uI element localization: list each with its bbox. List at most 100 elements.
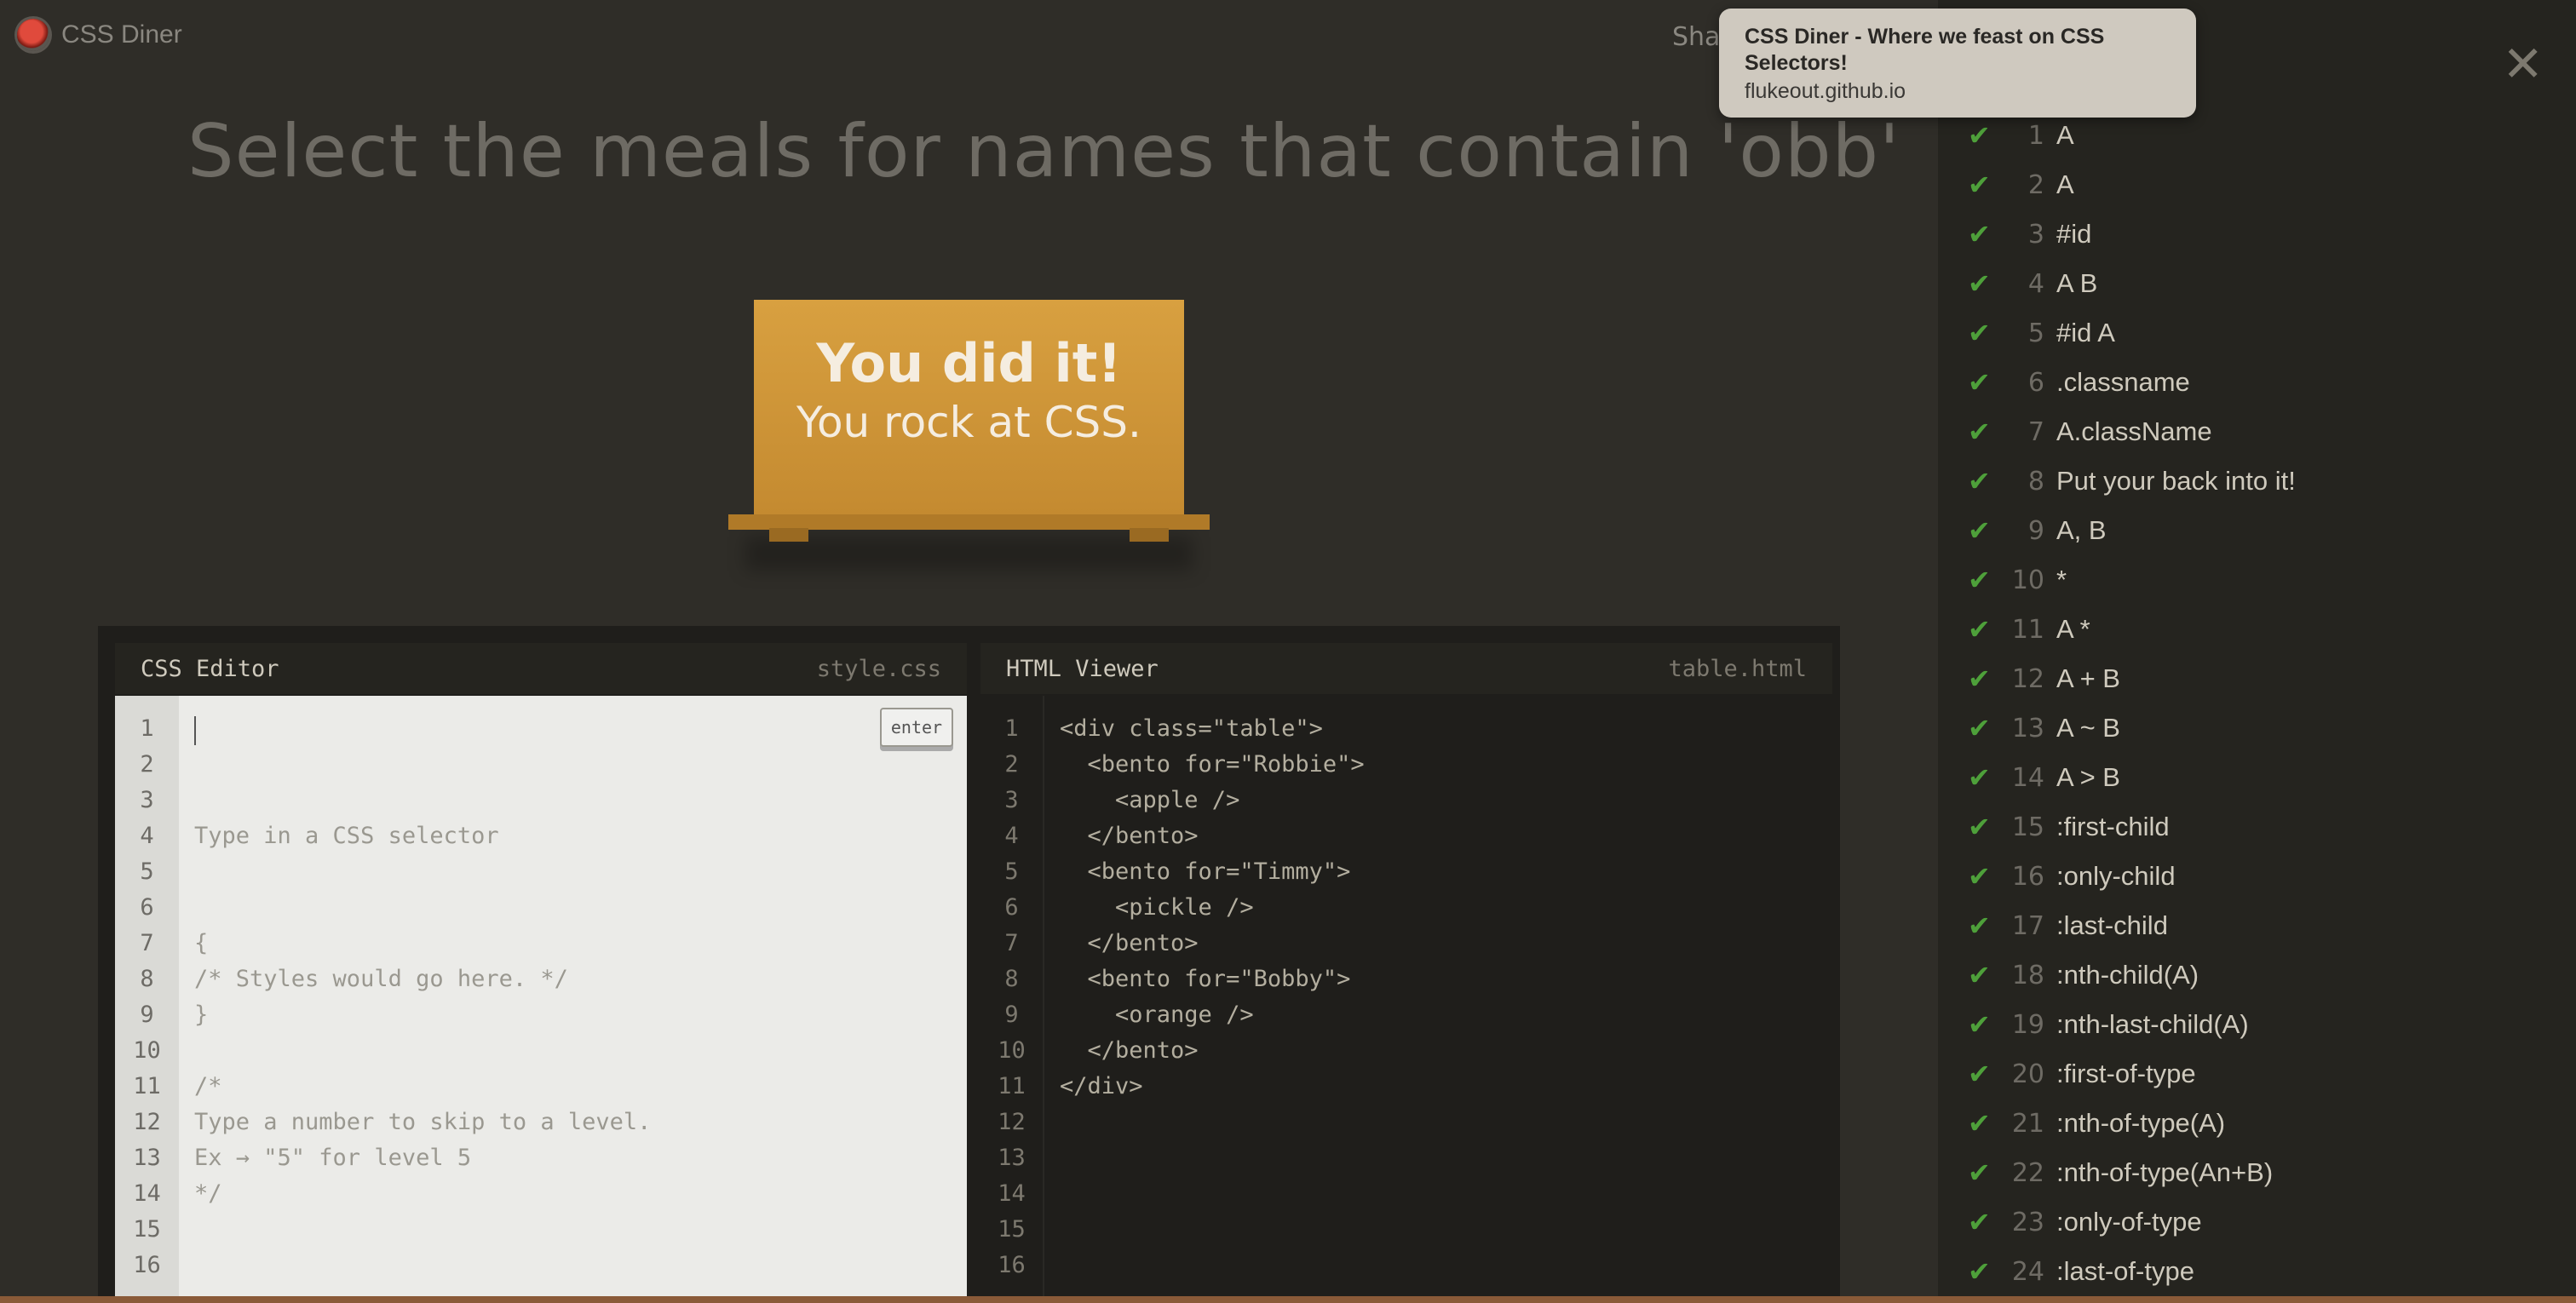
success-title: You did it! — [816, 332, 1122, 394]
enter-button[interactable]: enter — [880, 708, 953, 747]
line-number: 14 — [133, 1180, 161, 1207]
code-line[interactable]: <bento for="Timmy"> — [1060, 854, 1832, 890]
line-number: 3 — [1004, 787, 1019, 813]
level-item[interactable]: ✔ 12 A + B — [1968, 654, 2296, 703]
link-tooltip: CSS Diner - Where we feast on CSS Select… — [1719, 9, 2196, 118]
level-item[interactable]: ✔ 14 A > B — [1968, 753, 2296, 802]
level-name: A * — [2056, 614, 2090, 644]
app-title: CSS Diner — [61, 20, 182, 49]
line-number: 5 — [140, 858, 154, 885]
tooltip-url: flukeout.github.io — [1745, 79, 1906, 103]
line-number: 2 — [140, 751, 154, 778]
code-line[interactable]: </bento> — [1060, 818, 1832, 854]
tooltip-title: CSS Diner - Where we feast on CSS Select… — [1745, 25, 2105, 75]
level-name: * — [2056, 565, 2067, 594]
level-number: 17 — [2011, 910, 2044, 941]
level-name: A ~ B — [2056, 713, 2120, 743]
level-item[interactable]: ✔ 13 A ~ B — [1968, 703, 2296, 753]
level-item[interactable]: ✔ 23:only-of-type — [1968, 1197, 2296, 1247]
level-item[interactable]: ✔ 2 A — [1968, 160, 2296, 210]
level-number: 18 — [2011, 960, 2044, 990]
checkmark-icon: ✔ — [1968, 119, 1991, 152]
html-code-area[interactable]: <div class="table"> <bento for="Robbie">… — [1044, 696, 1832, 1303]
level-item[interactable]: ✔ 5 #id A — [1968, 308, 2296, 358]
code-line[interactable]: <orange /> — [1060, 997, 1832, 1033]
text-caret — [194, 716, 196, 745]
level-item[interactable]: ✔ 7 A.className — [1968, 407, 2296, 456]
level-item[interactable]: ✔ 24:last-of-type — [1968, 1247, 2296, 1296]
success-subtitle: You rock at CSS. — [796, 398, 1141, 447]
level-number: 11 — [2011, 614, 2044, 645]
code-line: */ — [194, 1180, 222, 1207]
level-name: A — [2056, 120, 2074, 150]
level-item[interactable]: ✔ 22:nth-of-type(An+B) — [1968, 1148, 2296, 1197]
level-item[interactable]: ✔ 21:nth-of-type(A) — [1968, 1099, 2296, 1148]
level-item[interactable]: ✔ 10 * — [1968, 555, 2296, 605]
checkmark-icon: ✔ — [1968, 514, 1991, 547]
level-name: A B — [2056, 268, 2098, 298]
level-item[interactable]: ✔ 4 A B — [1968, 259, 2296, 308]
level-item[interactable]: ✔ 19:nth-last-child(A) — [1968, 1000, 2296, 1049]
line-number: 2 — [1004, 751, 1019, 778]
level-name: #id A — [2056, 318, 2115, 347]
level-list: ✔ 1 A ✔ 2 A ✔ 3 #id ✔ 4 A B ✔ 5 #id A ✔ 6 .classname ✔ 7 A.c… — [1968, 111, 2296, 1296]
checkmark-icon: ✔ — [1968, 317, 1991, 349]
code-line[interactable]: <bento for="Bobby"> — [1060, 961, 1832, 997]
level-name: :nth-of-type(A) — [2056, 1108, 2226, 1138]
line-number: 6 — [140, 894, 154, 921]
code-line[interactable]: </bento> — [1060, 926, 1832, 961]
close-icon[interactable]: ✕ — [2502, 39, 2544, 89]
css-code-lines: {/* Styles would go here. */} /* Type a n… — [194, 926, 967, 1212]
code-line: { — [194, 930, 209, 956]
line-number: 3 — [140, 787, 154, 813]
checkmark-icon: ✔ — [1968, 663, 1991, 695]
level-number: 8 — [2027, 466, 2044, 497]
code-line: } — [194, 1002, 209, 1028]
level-item[interactable]: ✔ 11 A * — [1968, 605, 2296, 654]
level-item[interactable]: ✔ 8 Put your back into it! — [1968, 456, 2296, 506]
line-number: 16 — [133, 1252, 161, 1278]
editor-panel: CSS Editor style.css 1 2 3 4 5 6 7 8 9 10 11 12 13 14… — [98, 626, 1840, 1303]
code-line[interactable]: <bento for="Robbie"> — [1060, 747, 1832, 783]
level-item[interactable]: ✔ 1 A — [1968, 111, 2296, 160]
selector-input[interactable]: Type in a CSS selector — [194, 818, 967, 854]
level-item[interactable]: ✔ 17:last-child — [1968, 901, 2296, 950]
level-name: A + B — [2056, 663, 2120, 693]
level-name: :first-of-type — [2056, 1059, 2196, 1088]
line-number: 9 — [140, 1002, 154, 1028]
line-number: 5 — [1004, 858, 1019, 885]
code-line[interactable]: <apple /> — [1060, 783, 1832, 818]
code-line: /* Styles would go here. */ — [194, 966, 568, 992]
html-viewer-header: HTML Viewer table.html — [980, 643, 1832, 694]
share-link[interactable]: Sha — [1672, 22, 1720, 52]
line-number: 7 — [1004, 930, 1019, 956]
line-number: 11 — [133, 1073, 161, 1099]
level-name: :only-child — [2056, 861, 2176, 891]
level-name: :last-child — [2056, 910, 2168, 940]
checkmark-icon: ✔ — [1968, 1206, 1991, 1238]
level-instruction: Select the meals for names that contain … — [187, 109, 1900, 194]
code-line[interactable]: <pickle /> — [1060, 890, 1832, 926]
level-name: A.className — [2056, 416, 2212, 446]
line-number: 6 — [1004, 894, 1019, 921]
level-item[interactable]: ✔ 6 .classname — [1968, 358, 2296, 407]
level-item[interactable]: ✔ 15:first-child — [1968, 802, 2296, 852]
line-number: 14 — [998, 1180, 1026, 1207]
level-item[interactable]: ✔ 16:only-child — [1968, 852, 2296, 901]
line-number: 15 — [998, 1216, 1026, 1243]
code-line[interactable]: </div> — [1060, 1069, 1832, 1105]
level-item[interactable]: ✔ 3 #id — [1968, 210, 2296, 259]
html-viewer-title: HTML Viewer — [1006, 655, 1159, 682]
checkmark-icon: ✔ — [1968, 1157, 1991, 1189]
level-name: :nth-of-type(An+B) — [2056, 1157, 2274, 1187]
level-item[interactable]: ✔ 9 A, B — [1968, 506, 2296, 555]
checkmark-icon: ✔ — [1968, 860, 1991, 893]
brand[interactable]: CSS Diner — [17, 19, 182, 51]
code-line[interactable]: <div class="table"> — [1060, 711, 1832, 747]
css-code-area[interactable]: Type in a CSS selector { /* Styles would … — [179, 696, 967, 1303]
level-number: 9 — [2027, 515, 2044, 546]
code-line[interactable]: </bento> — [1060, 1033, 1832, 1069]
level-item[interactable]: ✔ 20:first-of-type — [1968, 1049, 2296, 1099]
level-item[interactable]: ✔ 18:nth-child(A) — [1968, 950, 2296, 1000]
